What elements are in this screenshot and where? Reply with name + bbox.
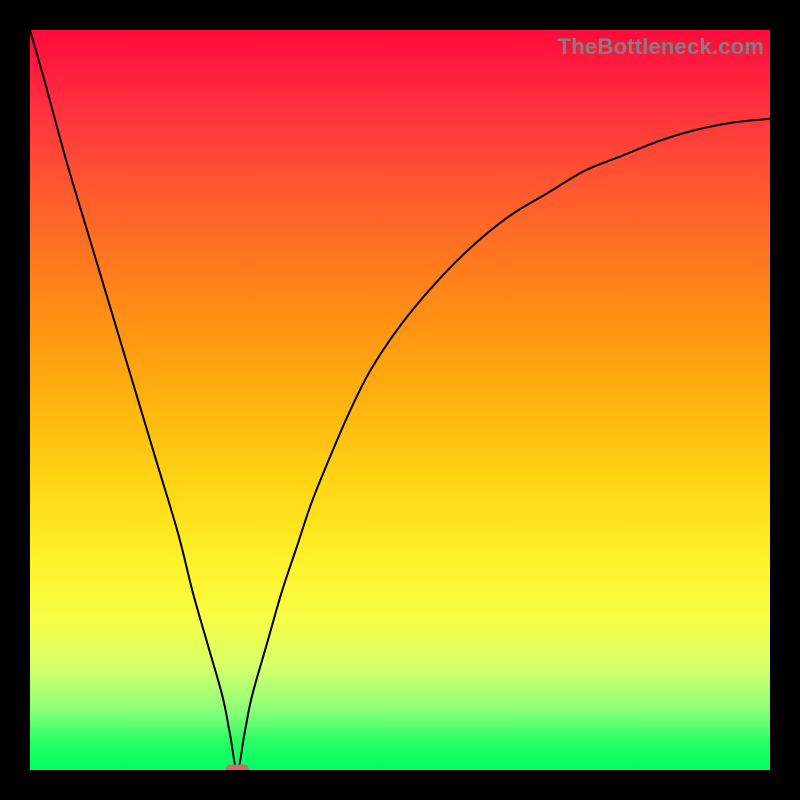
chart-container: TheBottleneck.com bbox=[0, 0, 800, 800]
curve-svg bbox=[30, 30, 770, 770]
plot-area: TheBottleneck.com bbox=[30, 30, 770, 770]
bottleneck-curve bbox=[30, 30, 770, 770]
minimum-marker bbox=[226, 765, 248, 770]
